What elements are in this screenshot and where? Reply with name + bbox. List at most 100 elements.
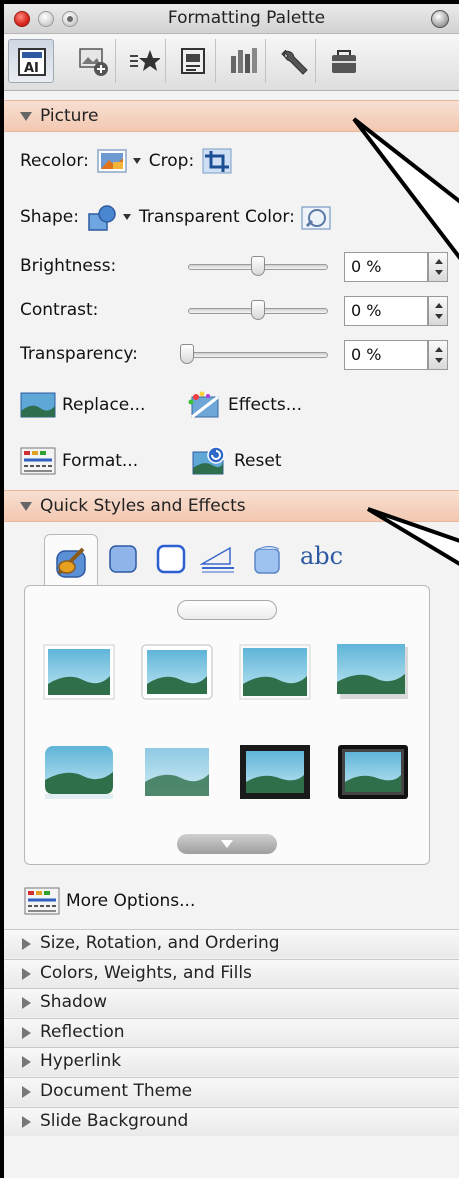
tab-toolbox[interactable] (320, 39, 366, 83)
shape-label: Shape: (20, 207, 79, 227)
transparency-row: Transparency: 0 % (20, 340, 459, 370)
tab-document-elements[interactable] (170, 39, 216, 83)
section-title: Slide Background (40, 1111, 189, 1131)
tab-tools[interactable] (270, 39, 316, 83)
tab-3d-effects[interactable] (252, 544, 284, 581)
replace-button[interactable]: Replace... (20, 388, 145, 422)
section-title: Colors, Weights, and Fills (40, 963, 252, 983)
palette-options-button[interactable] (431, 10, 449, 28)
format-icon (24, 887, 60, 915)
section-slide-background-header[interactable]: Slide Background (4, 1107, 459, 1136)
effects-icon (188, 391, 219, 419)
transparent-color-label: Transparent Color: (138, 207, 295, 227)
3d-shape-icon (254, 546, 280, 574)
tab-add-objects[interactable] (70, 39, 116, 83)
section-document-theme-header[interactable]: Document Theme (4, 1077, 459, 1106)
style-thumbnail[interactable] (141, 644, 213, 700)
section-quick-styles-header[interactable]: Quick Styles and Effects (4, 490, 459, 522)
style-thumbnail[interactable] (337, 644, 409, 700)
title-bar[interactable]: Formatting Palette (4, 4, 459, 34)
tab-shape-line[interactable] (156, 544, 186, 579)
tab-picture-styles[interactable] (44, 534, 98, 586)
recolor-button[interactable] (97, 148, 127, 174)
bullet-star-icon (130, 50, 160, 71)
tab-text-box[interactable]: AI (8, 39, 54, 83)
disclosure-closed-icon (22, 997, 31, 1009)
tab-line-styles[interactable] (199, 544, 236, 579)
brightness-slider-thumb[interactable] (251, 256, 265, 276)
format-button[interactable]: Format... (20, 444, 138, 478)
section-title: Size, Rotation, and Ordering (40, 933, 280, 953)
recolor-label: Recolor: (20, 151, 89, 171)
style-thumbnail[interactable] (239, 744, 311, 800)
quick-styles-gallery (24, 585, 430, 865)
more-options-button[interactable]: More Options... (24, 884, 195, 918)
disclosure-closed-icon (22, 1056, 31, 1068)
brightness-row: Brightness: 0 % (20, 252, 459, 282)
contrast-row: Contrast: 0 % (20, 296, 459, 326)
window-title: Formatting Palette (167, 8, 326, 28)
style-thumbnail[interactable] (239, 644, 311, 700)
tab-chart[interactable] (220, 39, 266, 83)
disclosure-closed-icon (22, 968, 31, 980)
crop-icon (202, 148, 232, 174)
effects-label: Effects... (228, 395, 302, 415)
contrast-label: Contrast: (20, 300, 99, 320)
tab-shape-fill[interactable] (108, 544, 138, 579)
transparency-value-field[interactable]: 0 % (344, 340, 428, 370)
formatting-palette-window: Formatting Palette AI Picture Recolor: C… (0, 0, 459, 1178)
replace-label: Replace... (62, 395, 146, 415)
section-reflection-header[interactable]: Reflection (4, 1018, 459, 1047)
recolor-crop-row: Recolor: Crop: (20, 144, 232, 178)
crop-label: Crop: (148, 151, 195, 171)
recolor-dropdown-arrow[interactable] (132, 158, 141, 164)
disclosure-closed-icon (22, 1086, 31, 1098)
picture-style-icon (56, 547, 86, 578)
effects-button[interactable]: Effects... (188, 388, 302, 422)
reset-button[interactable]: Reset (192, 444, 282, 478)
recolor-icon (97, 149, 127, 173)
section-picture-header[interactable]: Picture (4, 100, 459, 132)
transparent-color-button[interactable] (301, 204, 331, 230)
disclosure-open-icon (20, 502, 32, 511)
reset-picture-icon (192, 446, 225, 475)
section-title: Picture (40, 106, 99, 126)
transparency-slider-track[interactable] (180, 352, 328, 358)
fill-shape-icon (109, 545, 137, 573)
section-title: Document Theme (40, 1081, 193, 1101)
shape-button[interactable] (87, 204, 117, 231)
transparency-stepper[interactable] (428, 340, 448, 370)
style-thumbnail[interactable] (43, 744, 115, 800)
shapes-icon (88, 205, 116, 231)
disclosure-closed-icon (22, 1116, 31, 1128)
brightness-stepper[interactable] (428, 252, 448, 282)
contrast-stepper[interactable] (428, 296, 448, 326)
brightness-value-field[interactable]: 0 % (344, 252, 428, 282)
replace-picture-icon (20, 392, 56, 418)
disclosure-open-icon (20, 112, 32, 121)
document-elements-icon (181, 48, 205, 74)
contrast-value-field[interactable]: 0 % (344, 296, 428, 326)
crop-button[interactable] (202, 148, 232, 174)
tab-bullets-stars[interactable] (120, 39, 166, 83)
shape-dropdown-arrow[interactable] (122, 214, 131, 220)
shape-transparent-row: Shape: Transparent Color: (20, 200, 331, 234)
section-shadow-header[interactable]: Shadow (4, 988, 459, 1017)
section-title: Shadow (40, 992, 108, 1012)
style-thumbnail[interactable] (43, 644, 115, 700)
contrast-slider-thumb[interactable] (251, 300, 265, 320)
gallery-scroll-down-button[interactable] (177, 834, 277, 854)
section-size-rotation-and-ordering-header[interactable]: Size, Rotation, and Ordering (4, 929, 459, 958)
brightness-label: Brightness: (20, 256, 117, 276)
section-hyperlink-header[interactable]: Hyperlink (4, 1047, 459, 1076)
section-colors-weights-and-fills-header[interactable]: Colors, Weights, and Fills (4, 959, 459, 988)
tab-text-effects[interactable]: abc (300, 542, 343, 570)
transparency-slider-thumb[interactable] (180, 344, 194, 364)
section-title: Reflection (40, 1022, 125, 1042)
gallery-category-selector[interactable] (177, 600, 277, 620)
toolbox-icon (332, 50, 356, 73)
text-box-icon: AI (18, 48, 46, 76)
style-thumbnail[interactable] (141, 744, 213, 800)
format-icon (20, 447, 56, 475)
style-thumbnail[interactable] (337, 744, 409, 800)
